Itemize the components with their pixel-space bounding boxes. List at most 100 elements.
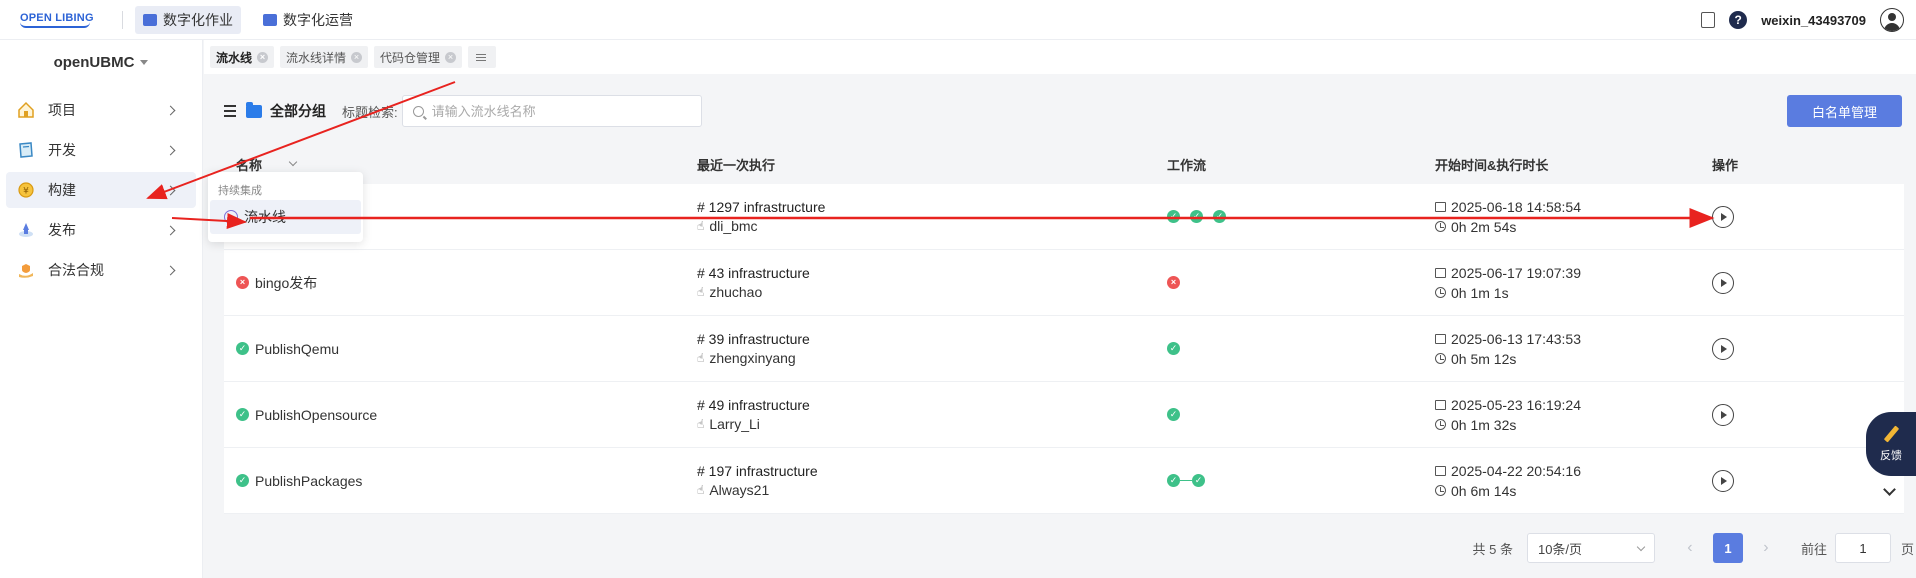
play-icon[interactable] <box>1712 403 1734 426</box>
duration-value: 0h 5m 12s <box>1451 350 1517 367</box>
username[interactable]: weixin_43493709 <box>1761 13 1866 28</box>
exec-user-name: Always21 <box>709 482 770 498</box>
table-row[interactable]: ✓ PublishOpensource # 49 infrastructure … <box>224 382 1904 448</box>
house-icon <box>16 100 36 120</box>
workflow-cell: ✓ ✓ <box>1167 474 1435 487</box>
page-number[interactable]: 1 <box>1712 533 1743 563</box>
actions-cell <box>1705 271 1885 294</box>
start-time: 2025-04-22 20:54:16 <box>1435 463 1705 479</box>
pencil-icon <box>1883 425 1899 443</box>
column-header-last-exec: 最近一次执行 <box>697 157 776 173</box>
failed-stage-icon[interactable]: × <box>1167 276 1180 289</box>
page-size-select[interactable]: 10条/页 <box>1526 533 1655 563</box>
time-cell: 2025-06-17 19:07:39 0h 1m 1s <box>1435 265 1705 301</box>
play-icon[interactable] <box>1712 469 1734 492</box>
start-time-value: 2025-06-13 17:43:53 <box>1451 330 1581 347</box>
duration: 0h 1m 32s <box>1435 417 1705 433</box>
next-page-icon[interactable]: › <box>1751 533 1781 563</box>
last-exec-cell: # 43 infrastructure ☝ zhuchao <box>697 265 1167 300</box>
exec-user: ☝ Always21 <box>697 482 1167 498</box>
close-icon[interactable]: × <box>445 51 457 63</box>
menu-icon[interactable] <box>224 105 236 117</box>
exec-title[interactable]: # 49 infrastructure <box>697 397 1167 413</box>
sidebar-item-develop[interactable]: 开发 <box>6 132 196 168</box>
column-header-label: 名称 <box>236 157 263 173</box>
sort-icon[interactable] <box>288 157 298 167</box>
top-tab-digital-ops[interactable]: 数字化运营 <box>255 6 361 34</box>
group-label[interactable]: 全部分组 <box>270 101 326 121</box>
exec-user-name: zhengxinyang <box>709 350 796 366</box>
success-stage-icon[interactable]: ✓ <box>1213 210 1226 223</box>
column-header-name[interactable]: 名称 <box>224 155 697 174</box>
top-tab-digital-work[interactable]: 数字化作业 <box>135 5 241 34</box>
prev-page-icon[interactable]: ‹ <box>1675 533 1705 563</box>
exec-title[interactable]: # 1297 infrastructure <box>697 199 1167 215</box>
page-tab-pipeline[interactable]: 流水线 × <box>210 46 275 68</box>
pipeline-name-cell: ✓ PublishOpensource <box>224 407 697 423</box>
chevron-right-icon <box>165 225 176 235</box>
success-stage-icon[interactable]: ✓ <box>1192 474 1205 487</box>
page-tab-repo-manage[interactable]: 代码仓管理 × <box>374 46 463 68</box>
submenu-item-pipeline[interactable]: 流水线 <box>210 200 361 234</box>
help-icon[interactable]: ? <box>1729 11 1748 29</box>
feedback-button[interactable]: 反馈 <box>1866 412 1916 476</box>
chevron-right-icon <box>165 185 176 195</box>
sidebar-item-release[interactable]: 发布 <box>6 212 196 248</box>
book-icon <box>16 140 36 160</box>
build-submenu: 持续集成 流水线 <box>208 172 363 242</box>
table-row[interactable]: ✓ ent # 1297 infrastructure ☝ dli_bmc ✓✓… <box>224 184 1904 250</box>
clock-icon <box>1435 485 1446 496</box>
exec-title[interactable]: # 197 infrastructure <box>697 463 1167 479</box>
success-stage-icon[interactable]: ✓ <box>1167 342 1180 355</box>
project-select[interactable]: openUBMC <box>0 40 202 85</box>
whitelist-manage-button[interactable]: 白名单管理 <box>1787 95 1902 127</box>
goto-page-input[interactable] <box>1834 533 1891 563</box>
workflow-cell: ✓ <box>1167 408 1435 421</box>
start-time: 2025-06-18 14:58:54 <box>1435 199 1705 215</box>
success-status-icon: ✓ <box>236 474 249 487</box>
top-right-actions: ? weixin_43493709 <box>1701 0 1904 40</box>
document-icon[interactable] <box>1701 12 1716 28</box>
exec-user: ☝ zhuchao <box>697 284 1167 300</box>
success-stage-icon[interactable]: ✓ <box>1167 474 1180 487</box>
exec-user-name: Larry_Li <box>709 416 760 432</box>
pipeline-name[interactable]: PublishPackages <box>255 473 362 489</box>
sidebar-item-compliance[interactable]: 合法合规 <box>6 252 196 288</box>
tab-list-icon[interactable] <box>468 46 497 68</box>
close-icon[interactable]: × <box>257 51 269 63</box>
toolbar: 全部分组 标题检索: <box>224 94 702 128</box>
exec-title[interactable]: # 39 infrastructure <box>697 331 1167 347</box>
success-stage-icon[interactable]: ✓ <box>1167 210 1180 223</box>
last-exec-cell: # 49 infrastructure ☝ Larry_Li <box>697 397 1167 432</box>
workflow-connector <box>1180 479 1192 482</box>
table-row[interactable]: × bingo发布 # 43 infrastructure ☝ zhuchao … <box>224 250 1904 316</box>
chevron-right-icon <box>165 105 176 115</box>
close-icon[interactable]: × <box>351 51 363 63</box>
duration-value: 0h 6m 14s <box>1451 482 1517 499</box>
actions-cell <box>1705 205 1885 228</box>
exec-title[interactable]: # 43 infrastructure <box>697 265 1167 281</box>
play-icon[interactable] <box>1712 271 1734 294</box>
success-stage-icon[interactable]: ✓ <box>1190 210 1203 223</box>
start-time-value: 2025-06-18 14:58:54 <box>1451 198 1581 215</box>
logo[interactable]: OPEN LIBING <box>0 12 108 28</box>
success-stage-icon[interactable]: ✓ <box>1167 408 1180 421</box>
search-icon <box>412 105 424 117</box>
pipeline-name[interactable]: PublishQemu <box>255 341 339 357</box>
pipeline-name[interactable]: PublishOpensource <box>255 407 377 423</box>
avatar[interactable] <box>1880 8 1904 32</box>
table-body: ✓ ent # 1297 infrastructure ☝ dli_bmc ✓✓… <box>224 184 1904 514</box>
play-icon[interactable] <box>1712 205 1734 228</box>
table-row[interactable]: ✓ PublishPackages # 197 infrastructure ☝… <box>224 448 1904 514</box>
exec-user: ☝ zhengxinyang <box>697 350 1167 366</box>
success-status-icon: ✓ <box>236 408 249 421</box>
page-tab-pipeline-detail[interactable]: 流水线详情 × <box>280 46 369 68</box>
sidebar-item-build[interactable]: ¥ 构建 <box>6 172 196 208</box>
sidebar-item-project[interactable]: 项目 <box>6 92 196 128</box>
pipeline-name[interactable]: bingo发布 <box>255 273 317 293</box>
play-icon[interactable] <box>1712 337 1734 360</box>
clock-icon <box>1435 353 1446 364</box>
actions-cell <box>1705 469 1885 492</box>
table-row[interactable]: ✓ PublishQemu # 39 infrastructure ☝ zhen… <box>224 316 1904 382</box>
search-input[interactable] <box>431 103 682 119</box>
